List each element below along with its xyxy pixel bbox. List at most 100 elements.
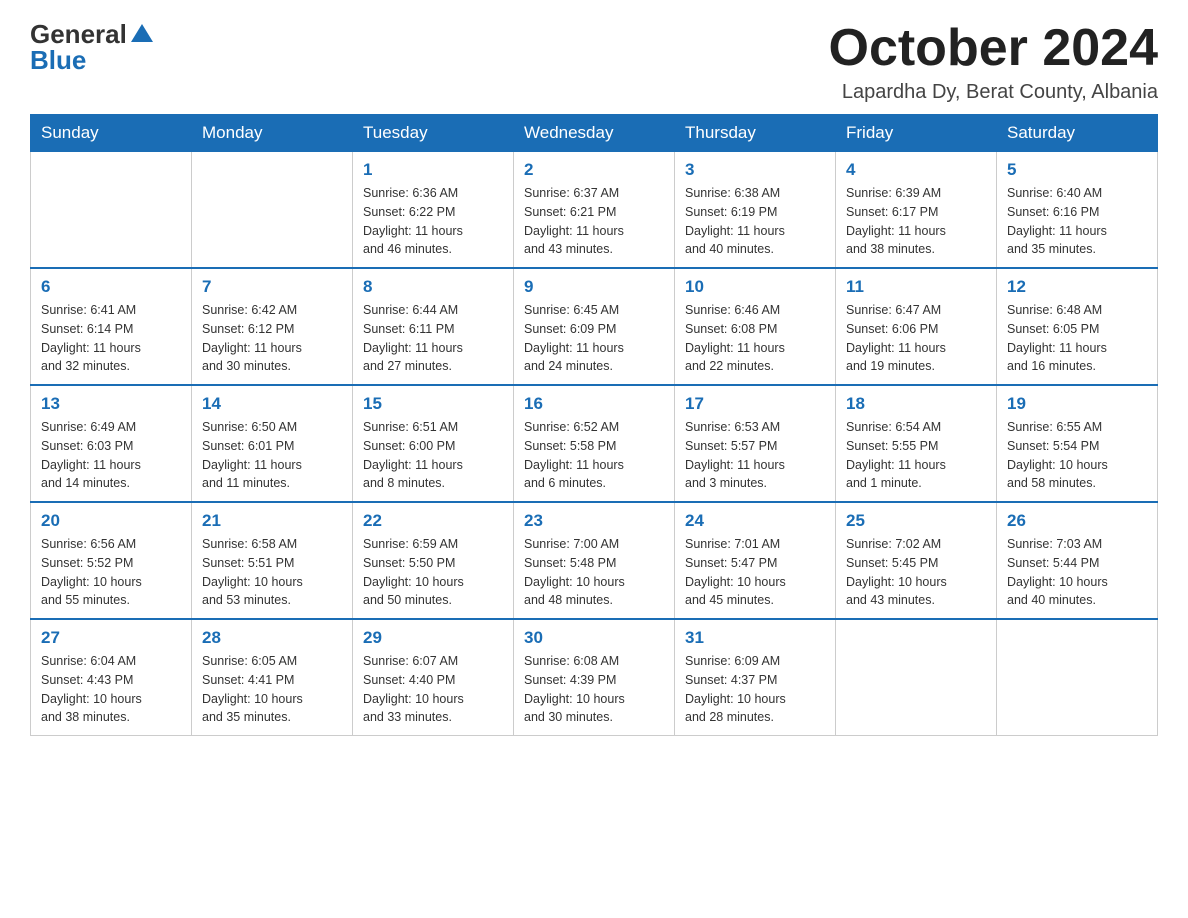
day-info: Sunrise: 6:46 AM Sunset: 6:08 PM Dayligh… bbox=[685, 301, 825, 376]
day-info: Sunrise: 6:49 AM Sunset: 6:03 PM Dayligh… bbox=[41, 418, 181, 493]
calendar-cell: 15 Sunrise: 6:51 AM Sunset: 6:00 PM Dayli… bbox=[353, 385, 514, 502]
calendar-week-row: 27 Sunrise: 6:04 AM Sunset: 4:43 PM Dayli… bbox=[31, 619, 1158, 736]
calendar-cell bbox=[997, 619, 1158, 736]
day-info: Sunrise: 6:53 AM Sunset: 5:57 PM Dayligh… bbox=[685, 418, 825, 493]
calendar-cell: 4Sunrise: 6:39 AM Sunset: 6:17 PM Daylig… bbox=[836, 152, 997, 269]
calendar-cell: 12 Sunrise: 6:48 AM Sunset: 6:05 PM Dayli… bbox=[997, 268, 1158, 385]
day-number: 16 bbox=[524, 394, 664, 414]
day-info: Sunrise: 7:01 AM Sunset: 5:47 PM Dayligh… bbox=[685, 535, 825, 610]
day-number: 31 bbox=[685, 628, 825, 648]
day-info: Sunrise: 7:03 AM Sunset: 5:44 PM Dayligh… bbox=[1007, 535, 1147, 610]
calendar-cell: 17 Sunrise: 6:53 AM Sunset: 5:57 PM Dayli… bbox=[675, 385, 836, 502]
day-number: 1 bbox=[363, 160, 503, 180]
calendar-cell: 5Sunrise: 6:40 AM Sunset: 6:16 PM Daylig… bbox=[997, 152, 1158, 269]
day-info: Sunrise: 6:44 AM Sunset: 6:11 PM Dayligh… bbox=[363, 301, 503, 376]
day-number: 7 bbox=[202, 277, 342, 297]
day-number: 15 bbox=[363, 394, 503, 414]
calendar-cell: 28Sunrise: 6:05 AM Sunset: 4:41 PM Dayli… bbox=[192, 619, 353, 736]
day-number: 2 bbox=[524, 160, 664, 180]
day-info: Sunrise: 6:52 AM Sunset: 5:58 PM Dayligh… bbox=[524, 418, 664, 493]
day-info: Sunrise: 6:51 AM Sunset: 6:00 PM Dayligh… bbox=[363, 418, 503, 493]
calendar-cell: 21 Sunrise: 6:58 AM Sunset: 5:51 PM Dayli… bbox=[192, 502, 353, 619]
calendar-cell bbox=[836, 619, 997, 736]
calendar-week-row: 20 Sunrise: 6:56 AM Sunset: 5:52 PM Dayli… bbox=[31, 502, 1158, 619]
day-number: 29 bbox=[363, 628, 503, 648]
day-number: 20 bbox=[41, 511, 181, 531]
day-info: Sunrise: 6:56 AM Sunset: 5:52 PM Dayligh… bbox=[41, 535, 181, 610]
day-number: 30 bbox=[524, 628, 664, 648]
calendar-cell: 2 Sunrise: 6:37 AM Sunset: 6:21 PM Daylig… bbox=[514, 152, 675, 269]
day-info: Sunrise: 6:48 AM Sunset: 6:05 PM Dayligh… bbox=[1007, 301, 1147, 376]
day-info: Sunrise: 6:40 AM Sunset: 6:16 PM Dayligh… bbox=[1007, 184, 1147, 259]
calendar-cell: 14Sunrise: 6:50 AM Sunset: 6:01 PM Dayli… bbox=[192, 385, 353, 502]
day-number: 19 bbox=[1007, 394, 1147, 414]
day-info: Sunrise: 7:00 AM Sunset: 5:48 PM Dayligh… bbox=[524, 535, 664, 610]
logo-triangle-icon bbox=[131, 24, 153, 42]
day-info: Sunrise: 6:58 AM Sunset: 5:51 PM Dayligh… bbox=[202, 535, 342, 610]
location-title: Lapardha Dy, Berat County, Albania bbox=[829, 81, 1159, 104]
day-number: 26 bbox=[1007, 511, 1147, 531]
day-number: 12 bbox=[1007, 277, 1147, 297]
day-info: Sunrise: 6:55 AM Sunset: 5:54 PM Dayligh… bbox=[1007, 418, 1147, 493]
day-info: Sunrise: 6:08 AM Sunset: 4:39 PM Dayligh… bbox=[524, 652, 664, 727]
logo-blue-text: Blue bbox=[30, 47, 86, 73]
logo: General Blue bbox=[30, 20, 153, 73]
calendar-cell: 22Sunrise: 6:59 AM Sunset: 5:50 PM Dayli… bbox=[353, 502, 514, 619]
day-number: 17 bbox=[685, 394, 825, 414]
calendar-cell: 26 Sunrise: 7:03 AM Sunset: 5:44 PM Dayli… bbox=[997, 502, 1158, 619]
day-info: Sunrise: 6:05 AM Sunset: 4:41 PM Dayligh… bbox=[202, 652, 342, 727]
calendar-cell: 10 Sunrise: 6:46 AM Sunset: 6:08 PM Dayli… bbox=[675, 268, 836, 385]
day-info: Sunrise: 6:04 AM Sunset: 4:43 PM Dayligh… bbox=[41, 652, 181, 727]
day-number: 13 bbox=[41, 394, 181, 414]
day-number: 4 bbox=[846, 160, 986, 180]
calendar-cell: 29 Sunrise: 6:07 AM Sunset: 4:40 PM Dayli… bbox=[353, 619, 514, 736]
day-info: Sunrise: 6:54 AM Sunset: 5:55 PM Dayligh… bbox=[846, 418, 986, 493]
calendar-cell: 31Sunrise: 6:09 AM Sunset: 4:37 PM Dayli… bbox=[675, 619, 836, 736]
day-info: Sunrise: 6:47 AM Sunset: 6:06 PM Dayligh… bbox=[846, 301, 986, 376]
day-number: 23 bbox=[524, 511, 664, 531]
day-info: Sunrise: 6:37 AM Sunset: 6:21 PM Dayligh… bbox=[524, 184, 664, 259]
calendar-week-row: 6Sunrise: 6:41 AM Sunset: 6:14 PM Daylig… bbox=[31, 268, 1158, 385]
calendar-cell: 24 Sunrise: 7:01 AM Sunset: 5:47 PM Dayli… bbox=[675, 502, 836, 619]
header-thursday: Thursday bbox=[675, 115, 836, 152]
header-wednesday: Wednesday bbox=[514, 115, 675, 152]
day-number: 22 bbox=[363, 511, 503, 531]
calendar-cell: 9 Sunrise: 6:45 AM Sunset: 6:09 PM Daylig… bbox=[514, 268, 675, 385]
calendar-cell: 16 Sunrise: 6:52 AM Sunset: 5:58 PM Dayli… bbox=[514, 385, 675, 502]
day-number: 24 bbox=[685, 511, 825, 531]
calendar-cell: 23 Sunrise: 7:00 AM Sunset: 5:48 PM Dayli… bbox=[514, 502, 675, 619]
calendar-cell: 13 Sunrise: 6:49 AM Sunset: 6:03 PM Dayli… bbox=[31, 385, 192, 502]
day-info: Sunrise: 6:36 AM Sunset: 6:22 PM Dayligh… bbox=[363, 184, 503, 259]
day-info: Sunrise: 6:45 AM Sunset: 6:09 PM Dayligh… bbox=[524, 301, 664, 376]
day-number: 27 bbox=[41, 628, 181, 648]
calendar-cell: 8Sunrise: 6:44 AM Sunset: 6:11 PM Daylig… bbox=[353, 268, 514, 385]
header-saturday: Saturday bbox=[997, 115, 1158, 152]
day-number: 3 bbox=[685, 160, 825, 180]
page-header: General Blue October 2024 Lapardha Dy, B… bbox=[30, 20, 1158, 104]
day-info: Sunrise: 6:41 AM Sunset: 6:14 PM Dayligh… bbox=[41, 301, 181, 376]
logo-general-text: General bbox=[30, 21, 127, 47]
header-sunday: Sunday bbox=[31, 115, 192, 152]
day-number: 9 bbox=[524, 277, 664, 297]
calendar-week-row: 13 Sunrise: 6:49 AM Sunset: 6:03 PM Dayli… bbox=[31, 385, 1158, 502]
calendar-cell: 19 Sunrise: 6:55 AM Sunset: 5:54 PM Dayli… bbox=[997, 385, 1158, 502]
calendar-cell bbox=[31, 152, 192, 269]
calendar-cell bbox=[192, 152, 353, 269]
day-number: 25 bbox=[846, 511, 986, 531]
calendar-header-row: SundayMondayTuesdayWednesdayThursdayFrid… bbox=[31, 115, 1158, 152]
day-info: Sunrise: 6:42 AM Sunset: 6:12 PM Dayligh… bbox=[202, 301, 342, 376]
day-info: Sunrise: 6:07 AM Sunset: 4:40 PM Dayligh… bbox=[363, 652, 503, 727]
calendar-cell: 3Sunrise: 6:38 AM Sunset: 6:19 PM Daylig… bbox=[675, 152, 836, 269]
calendar-cell: 7 Sunrise: 6:42 AM Sunset: 6:12 PM Daylig… bbox=[192, 268, 353, 385]
calendar-cell: 6Sunrise: 6:41 AM Sunset: 6:14 PM Daylig… bbox=[31, 268, 192, 385]
calendar-week-row: 1 Sunrise: 6:36 AM Sunset: 6:22 PM Daylig… bbox=[31, 152, 1158, 269]
calendar-cell: 1 Sunrise: 6:36 AM Sunset: 6:22 PM Daylig… bbox=[353, 152, 514, 269]
day-number: 14 bbox=[202, 394, 342, 414]
day-number: 21 bbox=[202, 511, 342, 531]
day-number: 10 bbox=[685, 277, 825, 297]
day-info: Sunrise: 7:02 AM Sunset: 5:45 PM Dayligh… bbox=[846, 535, 986, 610]
calendar-cell: 11Sunrise: 6:47 AM Sunset: 6:06 PM Dayli… bbox=[836, 268, 997, 385]
calendar-cell: 30 Sunrise: 6:08 AM Sunset: 4:39 PM Dayli… bbox=[514, 619, 675, 736]
day-number: 18 bbox=[846, 394, 986, 414]
header-friday: Friday bbox=[836, 115, 997, 152]
